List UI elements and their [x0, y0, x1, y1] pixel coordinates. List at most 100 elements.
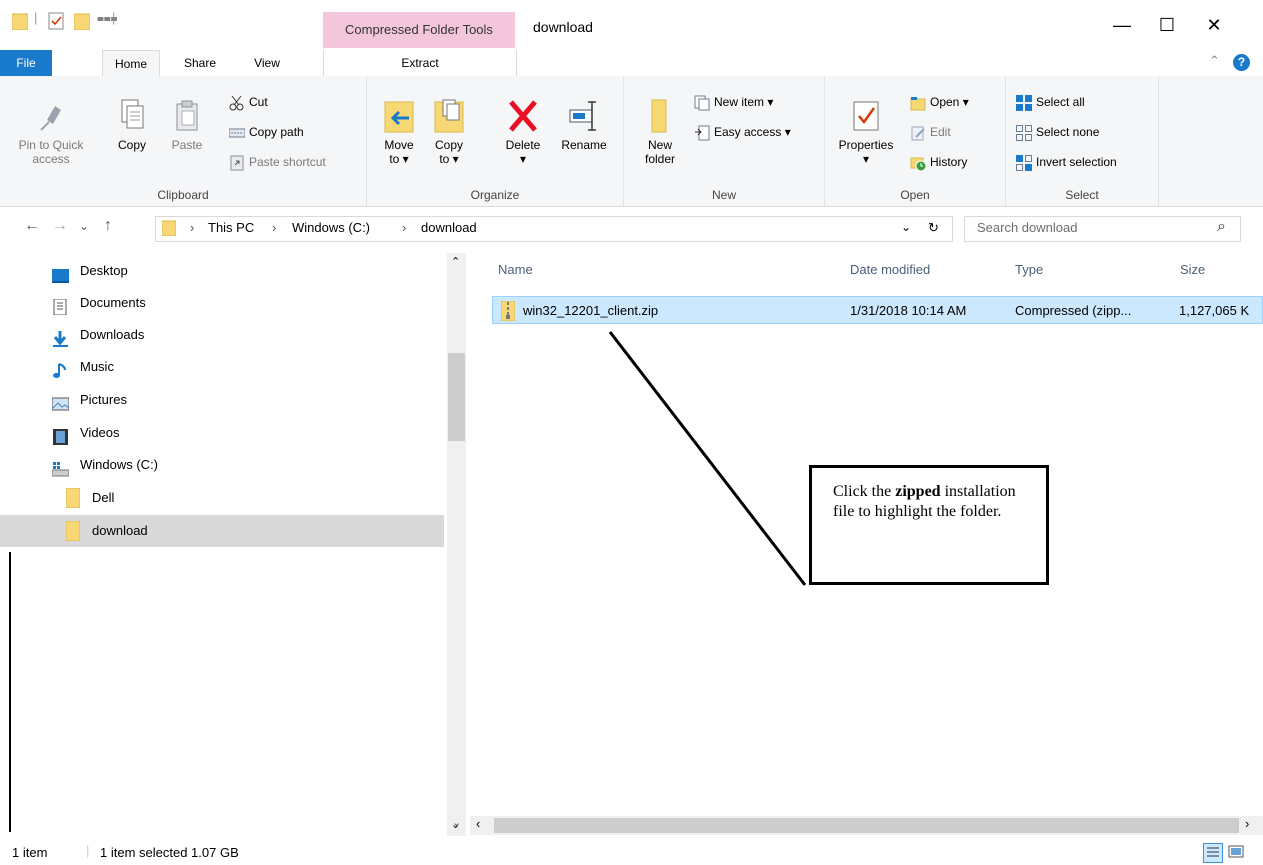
file-size: 1,127,065 K [1179, 303, 1250, 318]
folder-icon[interactable] [11, 12, 29, 33]
address-dropdown-icon[interactable]: ⌄ [901, 220, 911, 234]
new-item-icon [694, 95, 710, 111]
invert-selection-button[interactable]: Invert selection [1016, 152, 1117, 172]
nav-item-documents[interactable]: Documents [0, 287, 444, 319]
ribbon: Pin to Quick access Copy Paste Cut Copy … [0, 76, 1263, 207]
nav-item-videos[interactable]: Videos [0, 417, 444, 449]
close-button[interactable]: ✕ [1191, 8, 1237, 42]
history-icon [910, 155, 927, 172]
up-arrow-icon[interactable]: ↑ [98, 217, 118, 235]
nav-item-music[interactable]: Music [0, 351, 444, 383]
tab-file[interactable]: File [0, 50, 52, 76]
nav-item-download[interactable]: download [0, 515, 444, 547]
group-new: New folder New item ▾ Easy access ▾ New [624, 76, 825, 206]
copy-to-button[interactable]: Copy to ▾ [429, 98, 469, 166]
column-header-size[interactable]: Size [1180, 253, 1205, 287]
collapse-ribbon-icon[interactable]: ⌃ [1209, 53, 1220, 69]
annotation-edge-line [9, 552, 11, 832]
folder-icon [161, 220, 177, 239]
tab-share[interactable]: Share [175, 50, 225, 76]
select-none-button[interactable]: Select none [1016, 122, 1099, 142]
copy-button[interactable]: Copy [114, 98, 150, 152]
group-label-new: New [711, 188, 736, 202]
nav-item-downloads[interactable]: Downloads [0, 319, 444, 351]
column-header-type[interactable]: Type [1015, 253, 1043, 287]
details-view-icon[interactable] [1203, 843, 1223, 863]
address-bar[interactable]: › This PC › Windows (C:) › download ⌄ ↻ [155, 216, 953, 242]
history-button[interactable]: History [910, 152, 967, 172]
search-input[interactable]: Search download ⌕ [964, 216, 1241, 242]
documents-icon [52, 295, 69, 316]
new-folder-label-1: New [647, 138, 672, 152]
select-all-button[interactable]: Select all [1016, 92, 1085, 112]
sort-ascending-icon: ⌃ [664, 253, 675, 261]
move-to-button[interactable]: Move to ▾ [379, 98, 419, 166]
nav-scrollbar[interactable]: ⌃ ⌄ [447, 253, 466, 836]
delete-x-icon [507, 98, 539, 134]
scroll-up-icon[interactable]: ⌃ [451, 255, 460, 268]
breadcrumb-download[interactable]: download [421, 220, 477, 235]
nav-scrollbar-thumb[interactable] [448, 353, 465, 441]
refresh-icon[interactable]: ↻ [928, 220, 939, 236]
callout-text-pre: Click the [833, 483, 896, 500]
new-folder-button[interactable]: New folder [638, 98, 682, 166]
nav-item-windows-c[interactable]: Windows (C:) [0, 449, 444, 481]
edit-icon [910, 125, 926, 141]
column-header-date-modified[interactable]: Date modified [850, 253, 930, 287]
copy-path-button[interactable]: Copy path [228, 122, 304, 142]
scroll-right-icon[interactable]: › [1245, 816, 1249, 831]
nav-label: Desktop [80, 263, 128, 278]
tab-extract[interactable]: Extract [323, 50, 517, 76]
pin-to-quick-access-button[interactable]: Pin to Quick access [18, 98, 84, 166]
nav-item-pictures[interactable]: Pictures [0, 384, 444, 416]
separator: | [112, 10, 116, 25]
forward-arrow-icon[interactable]: → [50, 217, 70, 235]
minimize-button[interactable]: — [1099, 8, 1145, 42]
select-all-icon [1016, 94, 1032, 111]
properties-label: Properties [838, 138, 894, 152]
delete-label: Delete [505, 138, 541, 152]
navigation-pane: Desktop Documents Downloads Music Pictur… [0, 253, 466, 836]
help-icon[interactable]: ? [1233, 54, 1250, 71]
new-folder-icon [644, 98, 676, 134]
breadcrumb-this-pc[interactable]: This PC [208, 220, 254, 235]
back-arrow-icon[interactable]: ← [22, 217, 42, 235]
recent-locations-icon[interactable]: ⌄ [74, 219, 94, 233]
properties-button[interactable]: Properties ▾ [831, 98, 901, 166]
cut-button[interactable]: Cut [229, 92, 268, 112]
tab-view[interactable]: View [244, 50, 290, 76]
horizontal-scrollbar-thumb[interactable] [494, 818, 1239, 833]
paste-shortcut-button[interactable]: Paste shortcut [229, 152, 326, 172]
easy-access-button[interactable]: Easy access ▾ [694, 122, 791, 142]
breadcrumb-separator: › [402, 220, 407, 235]
edit-button[interactable]: Edit [910, 122, 951, 142]
properties-quick-icon[interactable] [48, 12, 64, 33]
new-folder-quick-icon[interactable] [73, 12, 91, 33]
new-item-button[interactable]: New item ▾ [694, 92, 773, 112]
nav-scroll-down-icon[interactable]: ⌄ [452, 816, 461, 829]
horizontal-scrollbar[interactable]: ‹ › [470, 816, 1263, 835]
nav-item-dell[interactable]: Dell [0, 482, 444, 514]
open-button[interactable]: Open ▾ [910, 92, 969, 112]
videos-icon [52, 425, 69, 445]
invert-selection-label: Invert selection [1036, 155, 1117, 169]
group-select: Select all Select none Invert selection … [1006, 76, 1159, 206]
status-separator: | [86, 843, 90, 858]
scroll-left-icon[interactable]: ‹ [476, 816, 480, 831]
cut-label: Cut [249, 95, 268, 109]
rename-button[interactable]: Rename [557, 98, 611, 152]
tab-home[interactable]: Home [102, 50, 160, 77]
callout-text-bold: zipped [895, 483, 941, 500]
copy-path-label: Copy path [249, 125, 304, 139]
copy-to-label-1: Copy [434, 138, 463, 152]
paste-button[interactable]: Paste [167, 98, 207, 152]
folder-icon [65, 487, 81, 509]
breadcrumb-windows-c[interactable]: Windows (C:) [292, 220, 370, 235]
nav-item-desktop[interactable]: Desktop [0, 255, 444, 287]
delete-button[interactable]: Delete ▾ [500, 98, 546, 166]
maximize-button[interactable]: ☐ [1144, 8, 1190, 42]
large-icons-view-icon[interactable] [1228, 844, 1244, 863]
column-header-name[interactable]: Name [498, 253, 533, 287]
delete-dropdown: ▾ [519, 152, 527, 166]
group-organize: Move to ▾ Copy to ▾ Delete ▾ Rename Orga… [367, 76, 624, 206]
